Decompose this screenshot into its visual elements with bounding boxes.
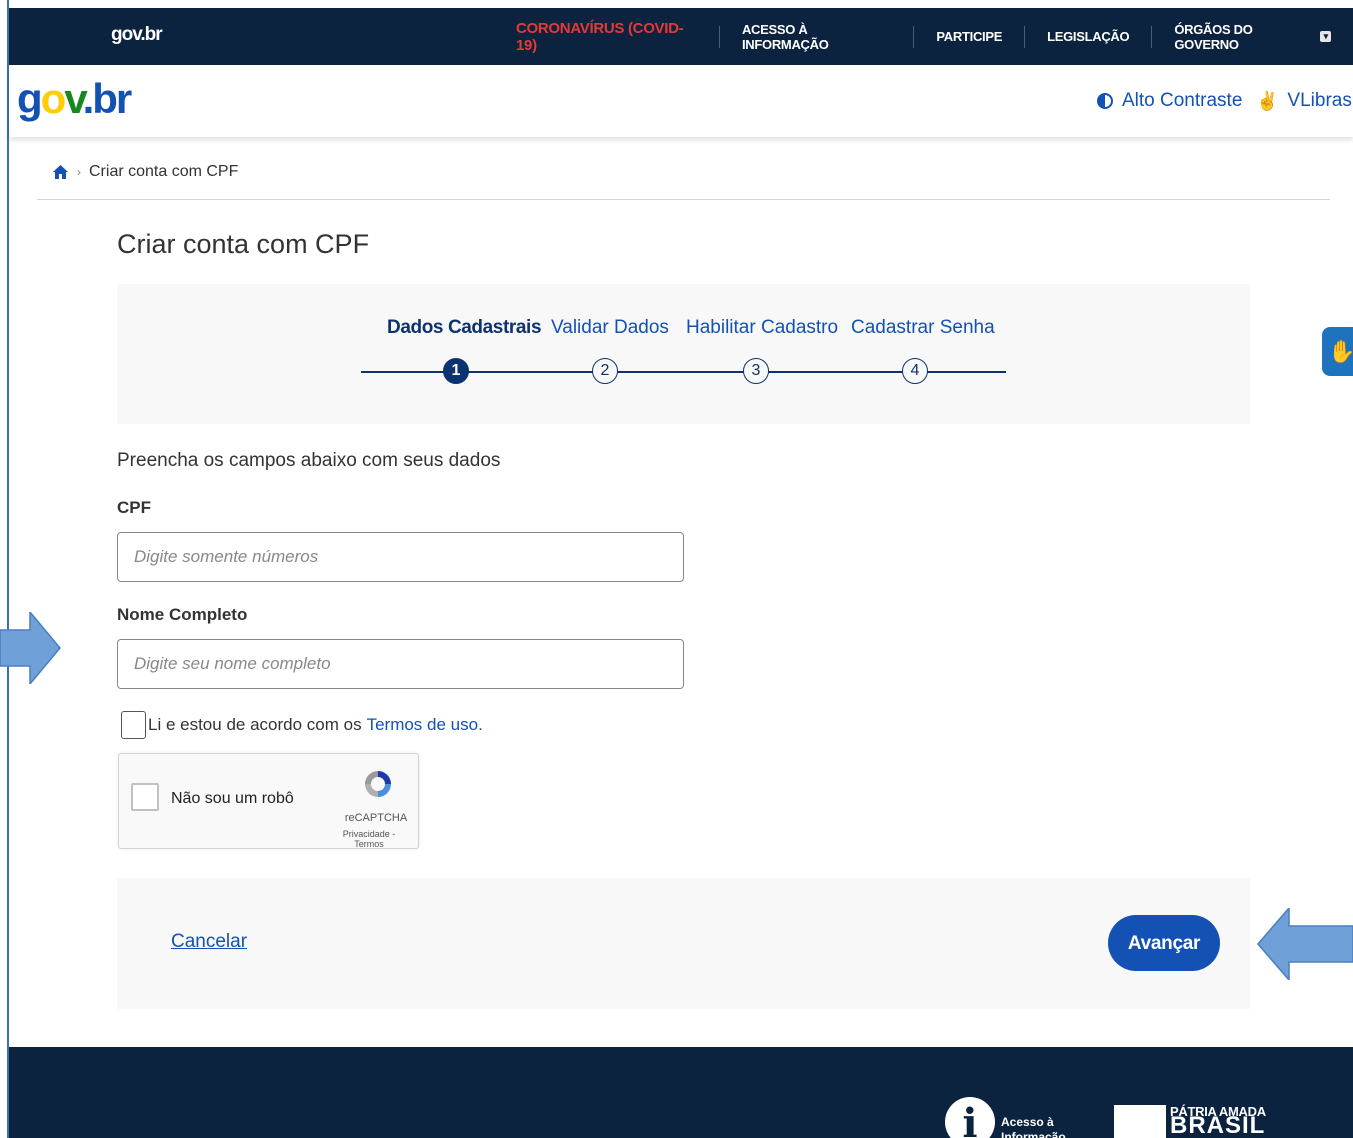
access-info-label[interactable]: Acesso à Informação [1001, 1115, 1071, 1138]
chevron-down-icon: ▾ [1320, 31, 1331, 42]
terms-of-use-link[interactable]: Termos de uso. [367, 715, 483, 735]
govbr-logo[interactable]: gov.br [17, 75, 132, 123]
cpf-label: CPF [117, 498, 151, 517]
topnav-acesso-label: ACESSO À INFORMAÇÃO [741, 21, 829, 52]
recaptcha-brand: reCAPTCHA [344, 812, 408, 824]
advance-button[interactable]: Avançar [1108, 915, 1220, 971]
chevron-right-icon: › [77, 165, 81, 179]
form-actions: Cancelar Avançar [117, 878, 1250, 1009]
topnav-covid-label: CORONAVÍRUS (COVID-19) [516, 19, 684, 54]
topnav-orgaos-label: ÓRGÃOS DO GOVERNO [1174, 21, 1253, 52]
step-1-circle[interactable]: 1 [443, 358, 469, 384]
cancel-link[interactable]: Cancelar [171, 931, 247, 953]
page-title: Criar conta com CPF [117, 229, 370, 259]
vlibras-widget-icon[interactable]: ✋ [1322, 327, 1353, 376]
step-label-dados-cadastrais[interactable]: Dados Cadastrais [387, 317, 542, 339]
form-intro-text: Preencha os campos abaixo com seus dados [117, 450, 501, 471]
topnav-participe-label: PARTICIPE [936, 29, 1003, 44]
brasil-text: BRASIL [1170, 1112, 1266, 1138]
site-footer: i Acesso à Informação PÁTRIA AMADA BRASI… [9, 1047, 1353, 1138]
topnav-acesso-informacao-link[interactable]: ACESSO À INFORMAÇÃO [718, 22, 913, 52]
nome-completo-input[interactable] [117, 639, 684, 689]
vlibras-label: VLibras [1287, 90, 1352, 111]
wizard-stepper: Dados Cadastrais Validar Dados Habilitar… [117, 284, 1250, 424]
step-label-cadastrar-senha[interactable]: Cadastrar Senha [851, 317, 995, 339]
information-icon[interactable]: i [945, 1097, 995, 1138]
step-label-habilitar-cadastro[interactable]: Habilitar Cadastro [686, 317, 838, 339]
terms-checkbox[interactable] [121, 711, 146, 739]
top-strip [9, 0, 1353, 8]
breadcrumb-current: Criar conta com CPF [89, 163, 239, 180]
annotation-arrow-left [1257, 908, 1353, 980]
contrast-label: Alto Contraste [1122, 90, 1243, 111]
recaptcha-links[interactable]: Privacidade - Termos [327, 829, 411, 849]
top-nav: CORONAVÍRUS (COVID-19) ACESSO À INFORMAÇ… [494, 8, 1353, 65]
topnav-legislacao-link[interactable]: LEGISLAÇÃO [1024, 25, 1151, 48]
step-2-circle[interactable]: 2 [592, 358, 618, 384]
high-contrast-toggle[interactable]: Alto Contraste [1097, 90, 1242, 112]
terms-agreement: Li e estou de acordo com os Termos de us… [121, 711, 483, 739]
home-icon[interactable] [52, 164, 69, 180]
recaptcha-logo-icon [362, 768, 394, 800]
topnav-participe-link[interactable]: PARTICIPE [913, 25, 1024, 48]
recaptcha-label: Não sou um robô [171, 790, 294, 807]
topnav-covid-link[interactable]: CORONAVÍRUS (COVID-19) [494, 20, 719, 54]
govbr-small-logo[interactable]: gov.br [111, 24, 163, 46]
breadcrumb: › Criar conta com CPF [52, 163, 238, 181]
topnav-orgaos-dropdown[interactable]: ÓRGÃOS DO GOVERNO ▾ [1151, 22, 1353, 52]
contrast-icon [1097, 93, 1113, 109]
step-3-circle[interactable]: 3 [743, 358, 769, 384]
terms-text: Li e estou de acordo com os [148, 715, 362, 734]
top-government-bar: gov.br CORONAVÍRUS (COVID-19) ACESSO À I… [9, 8, 1353, 65]
left-frame [0, 0, 9, 1138]
recaptcha-widget: Não sou um robô reCAPTCHA Privacidade - … [118, 753, 419, 849]
vlibras-link[interactable]: ✌ VLibras [1256, 90, 1352, 112]
site-header: gov.br Alto Contraste ✌ VLibras [9, 65, 1353, 137]
annotation-arrow-right [0, 612, 61, 684]
patria-amada-brasil-logo: PÁTRIA AMADA BRASIL [1170, 1105, 1266, 1138]
recaptcha-checkbox[interactable] [131, 783, 159, 811]
cpf-input[interactable] [117, 532, 684, 582]
step-4-circle[interactable]: 4 [902, 358, 928, 384]
topnav-legislacao-label: LEGISLAÇÃO [1047, 29, 1130, 44]
breadcrumb-divider [37, 199, 1330, 200]
step-label-validar-dados[interactable]: Validar Dados [551, 317, 669, 339]
nome-completo-label: Nome Completo [117, 605, 248, 624]
sign-language-icon: ✌ [1256, 90, 1279, 111]
patria-amada-logo-icon [1114, 1105, 1166, 1138]
